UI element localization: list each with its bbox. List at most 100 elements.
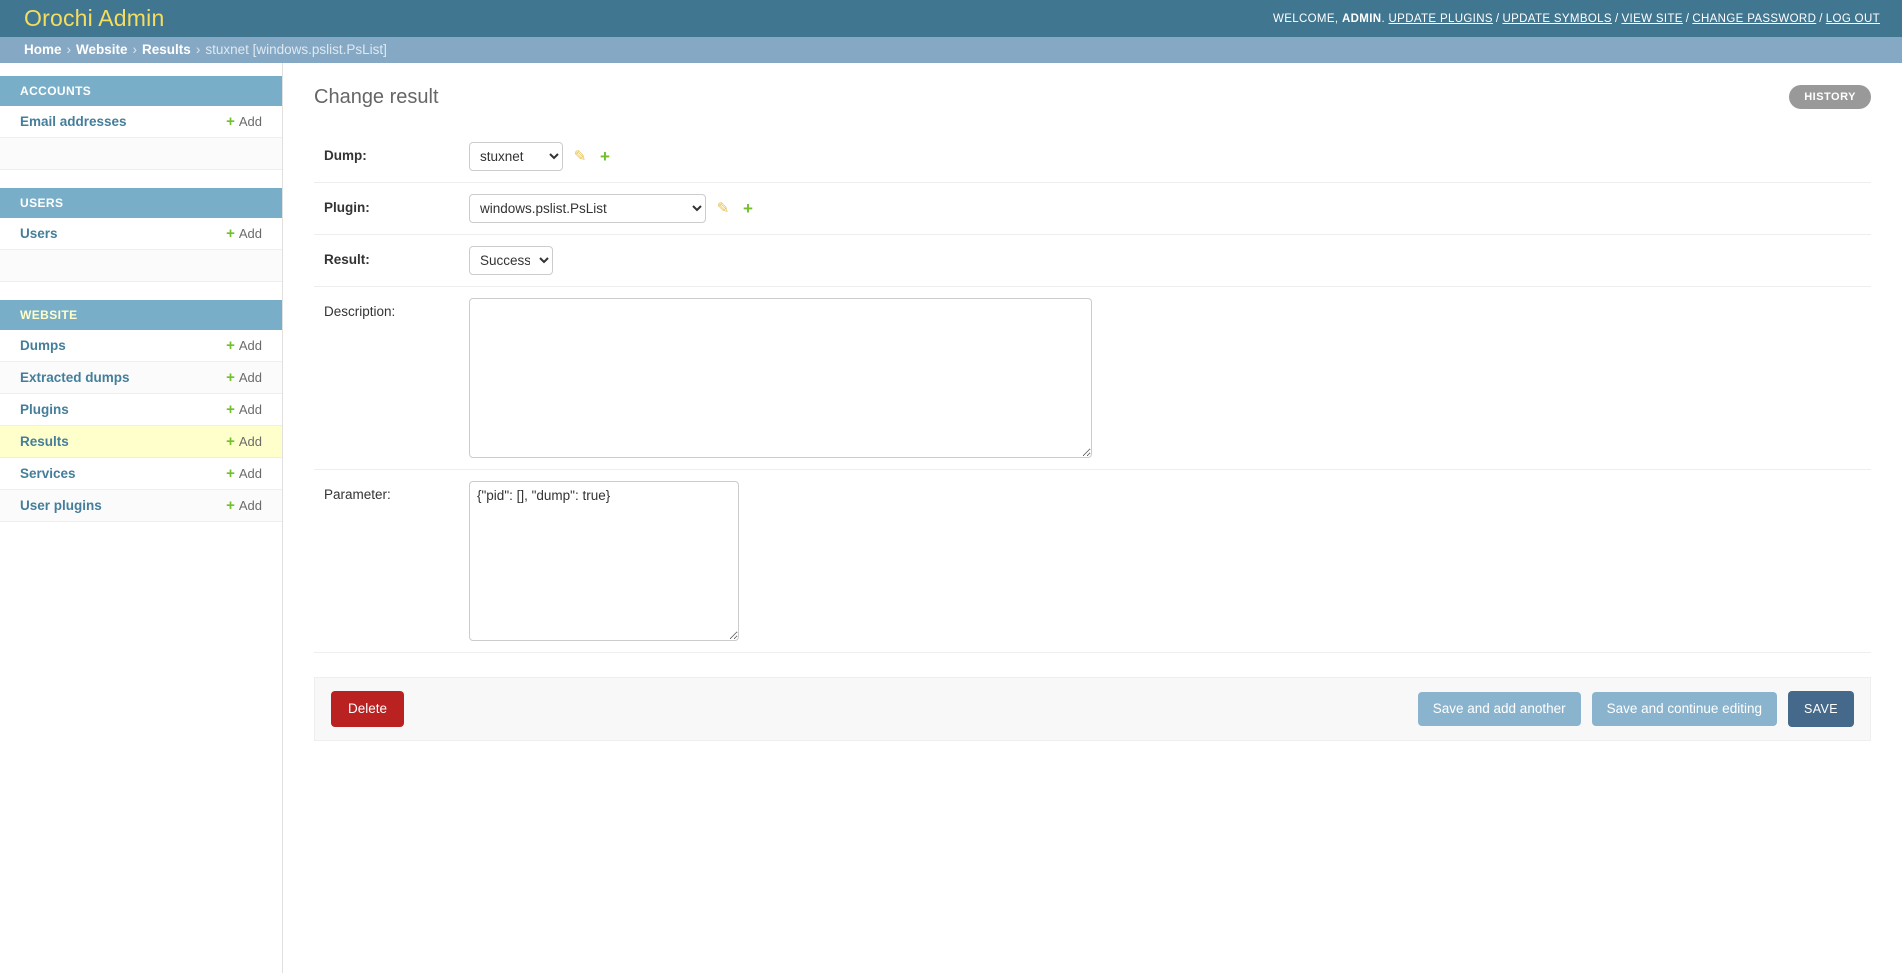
object-tools: HISTORY	[1789, 85, 1871, 109]
sidebar-add-dumps[interactable]: + Add	[226, 337, 262, 354]
breadcrumb-current: stuxnet [windows.pslist.PsList]	[205, 42, 387, 57]
sidebar-link-user-plugins[interactable]: User plugins	[20, 497, 102, 514]
welcome-text: WELCOME,	[1273, 12, 1339, 25]
change-password-link[interactable]: CHANGE PASSWORD	[1692, 13, 1816, 25]
app-module-accounts: ACCOUNTS Email addresses + Add	[0, 76, 282, 170]
add-dump-icon[interactable]: +	[597, 142, 613, 171]
sidebar-add-users[interactable]: + Add	[226, 225, 262, 242]
save-and-continue-editing-button[interactable]: Save and continue editing	[1591, 692, 1777, 726]
app-caption-website: WEBSITE	[0, 300, 282, 330]
description-field-box	[469, 298, 1092, 458]
sidebar-add-services[interactable]: + Add	[226, 465, 262, 482]
description-textarea[interactable]	[469, 298, 1092, 458]
plugin-label: Plugin:	[324, 200, 370, 215]
main-content: Change result HISTORY Dump: stuxnet ✎ +	[283, 63, 1902, 741]
dump-select[interactable]: stuxnet	[469, 142, 563, 171]
sidebar-link-results[interactable]: Results	[20, 433, 69, 450]
form-row-parameter: Parameter:	[314, 470, 1871, 653]
page-container: ACCOUNTS Email addresses + Add USERS Use…	[0, 63, 1902, 973]
sidebar-add-results[interactable]: + Add	[226, 433, 262, 450]
update-symbols-link[interactable]: UPDATE SYMBOLS	[1502, 13, 1612, 25]
form-row-dump: Dump: stuxnet ✎ +	[314, 131, 1871, 183]
plus-icon: +	[226, 401, 235, 418]
plugin-select[interactable]: windows.pslist.PsList	[469, 194, 706, 223]
result-field-box: Success	[469, 246, 553, 275]
sidebar-link-users[interactable]: Users	[20, 225, 58, 242]
sidebar-add-email-addresses[interactable]: + Add	[226, 113, 262, 130]
breadcrumb: Home › Website › Results › stuxnet [wind…	[0, 37, 1902, 63]
username-suffix: .	[1381, 12, 1385, 25]
plus-icon: +	[226, 369, 235, 386]
breadcrumb-separator: ›	[132, 42, 138, 57]
parameter-label: Parameter:	[324, 487, 391, 502]
sidebar-link-extracted-dumps[interactable]: Extracted dumps	[20, 369, 130, 386]
plus-icon: +	[226, 465, 235, 482]
plus-icon: +	[226, 337, 235, 354]
user-tools-separator: /	[1685, 12, 1690, 25]
add-label: Add	[238, 226, 262, 241]
dump-label: Dump:	[324, 148, 367, 163]
sidebar-item-services[interactable]: Services + Add	[0, 458, 282, 490]
add-plugin-icon[interactable]: +	[740, 194, 756, 223]
branding: Orochi Admin	[24, 0, 164, 37]
sidebar-add-user-plugins[interactable]: + Add	[226, 497, 262, 514]
result-select[interactable]: Success	[469, 246, 553, 275]
sidebar-item-plugins[interactable]: Plugins + Add	[0, 394, 282, 426]
sidebar-item-email-addresses[interactable]: Email addresses + Add	[0, 106, 282, 138]
submit-row: Delete Save and add another Save and con…	[314, 677, 1871, 741]
sidebar-item-dumps[interactable]: Dumps + Add	[0, 330, 282, 362]
user-tools-separator: /	[1614, 12, 1619, 25]
save-and-add-another-button[interactable]: Save and add another	[1417, 692, 1581, 726]
form-row-plugin: Plugin: windows.pslist.PsList ✎ +	[314, 183, 1871, 235]
edit-plugin-icon[interactable]: ✎	[715, 194, 731, 223]
sidebar-link-services[interactable]: Services	[20, 465, 76, 482]
plus-icon: +	[226, 225, 235, 242]
app-module-users: USERS Users + Add	[0, 188, 282, 282]
sidebar-item-results[interactable]: Results + Add	[0, 426, 282, 458]
sidebar-add-extracted-dumps[interactable]: + Add	[226, 369, 262, 386]
site-title[interactable]: Orochi Admin	[24, 0, 164, 37]
save-buttons-group: Save and add another Save and continue e…	[1417, 691, 1854, 727]
plus-icon: +	[226, 497, 235, 514]
page-title: Change result	[314, 86, 439, 108]
nav-sidebar: ACCOUNTS Email addresses + Add USERS Use…	[0, 63, 283, 973]
plus-icon: +	[226, 433, 235, 450]
breadcrumb-separator: ›	[195, 42, 201, 57]
sidebar-add-plugins[interactable]: + Add	[226, 401, 262, 418]
app-caption-accounts: ACCOUNTS	[0, 76, 282, 106]
add-label: Add	[238, 114, 262, 129]
dump-field-box: stuxnet ✎ +	[469, 142, 613, 171]
add-label: Add	[238, 498, 262, 513]
save-button[interactable]: SAVE	[1787, 691, 1854, 727]
delete-button[interactable]: Delete	[331, 691, 405, 727]
sidebar-filler-row	[0, 138, 282, 170]
sidebar-link-dumps[interactable]: Dumps	[20, 337, 66, 354]
user-tools: WELCOME, ADMIN. UPDATE PLUGINS / UPDATE SY…	[1273, 13, 1880, 25]
pencil-icon: ✎	[716, 200, 730, 217]
add-label: Add	[238, 434, 262, 449]
pencil-icon: ✎	[573, 148, 587, 165]
sidebar-link-plugins[interactable]: Plugins	[20, 401, 69, 418]
update-plugins-link[interactable]: UPDATE PLUGINS	[1389, 13, 1493, 25]
sidebar-link-email-addresses[interactable]: Email addresses	[20, 113, 127, 130]
content-header: Change result HISTORY	[314, 85, 1871, 109]
breadcrumb-home[interactable]: Home	[24, 37, 62, 63]
history-button[interactable]: HISTORY	[1789, 85, 1871, 109]
app-caption-users: USERS	[0, 188, 282, 218]
plus-icon: +	[600, 147, 610, 166]
description-label: Description:	[324, 304, 396, 319]
log-out-link[interactable]: LOG OUT	[1826, 13, 1880, 25]
breadcrumb-website[interactable]: Website	[76, 37, 128, 63]
sidebar-item-user-plugins[interactable]: User plugins + Add	[0, 490, 282, 522]
parameter-textarea[interactable]	[469, 481, 739, 641]
view-site-link[interactable]: VIEW SITE	[1622, 13, 1683, 25]
change-result-form: Dump: stuxnet ✎ + Plugin: windows.pslist…	[314, 131, 1871, 741]
form-row-result: Result: Success	[314, 235, 1871, 287]
result-label: Result:	[324, 252, 370, 267]
sidebar-item-users[interactable]: Users + Add	[0, 218, 282, 250]
breadcrumb-results[interactable]: Results	[142, 37, 191, 63]
edit-dump-icon[interactable]: ✎	[572, 142, 588, 171]
site-header: Orochi Admin WELCOME, ADMIN. UPDATE PLUG…	[0, 0, 1902, 37]
sidebar-item-extracted-dumps[interactable]: Extracted dumps + Add	[0, 362, 282, 394]
add-label: Add	[238, 370, 262, 385]
